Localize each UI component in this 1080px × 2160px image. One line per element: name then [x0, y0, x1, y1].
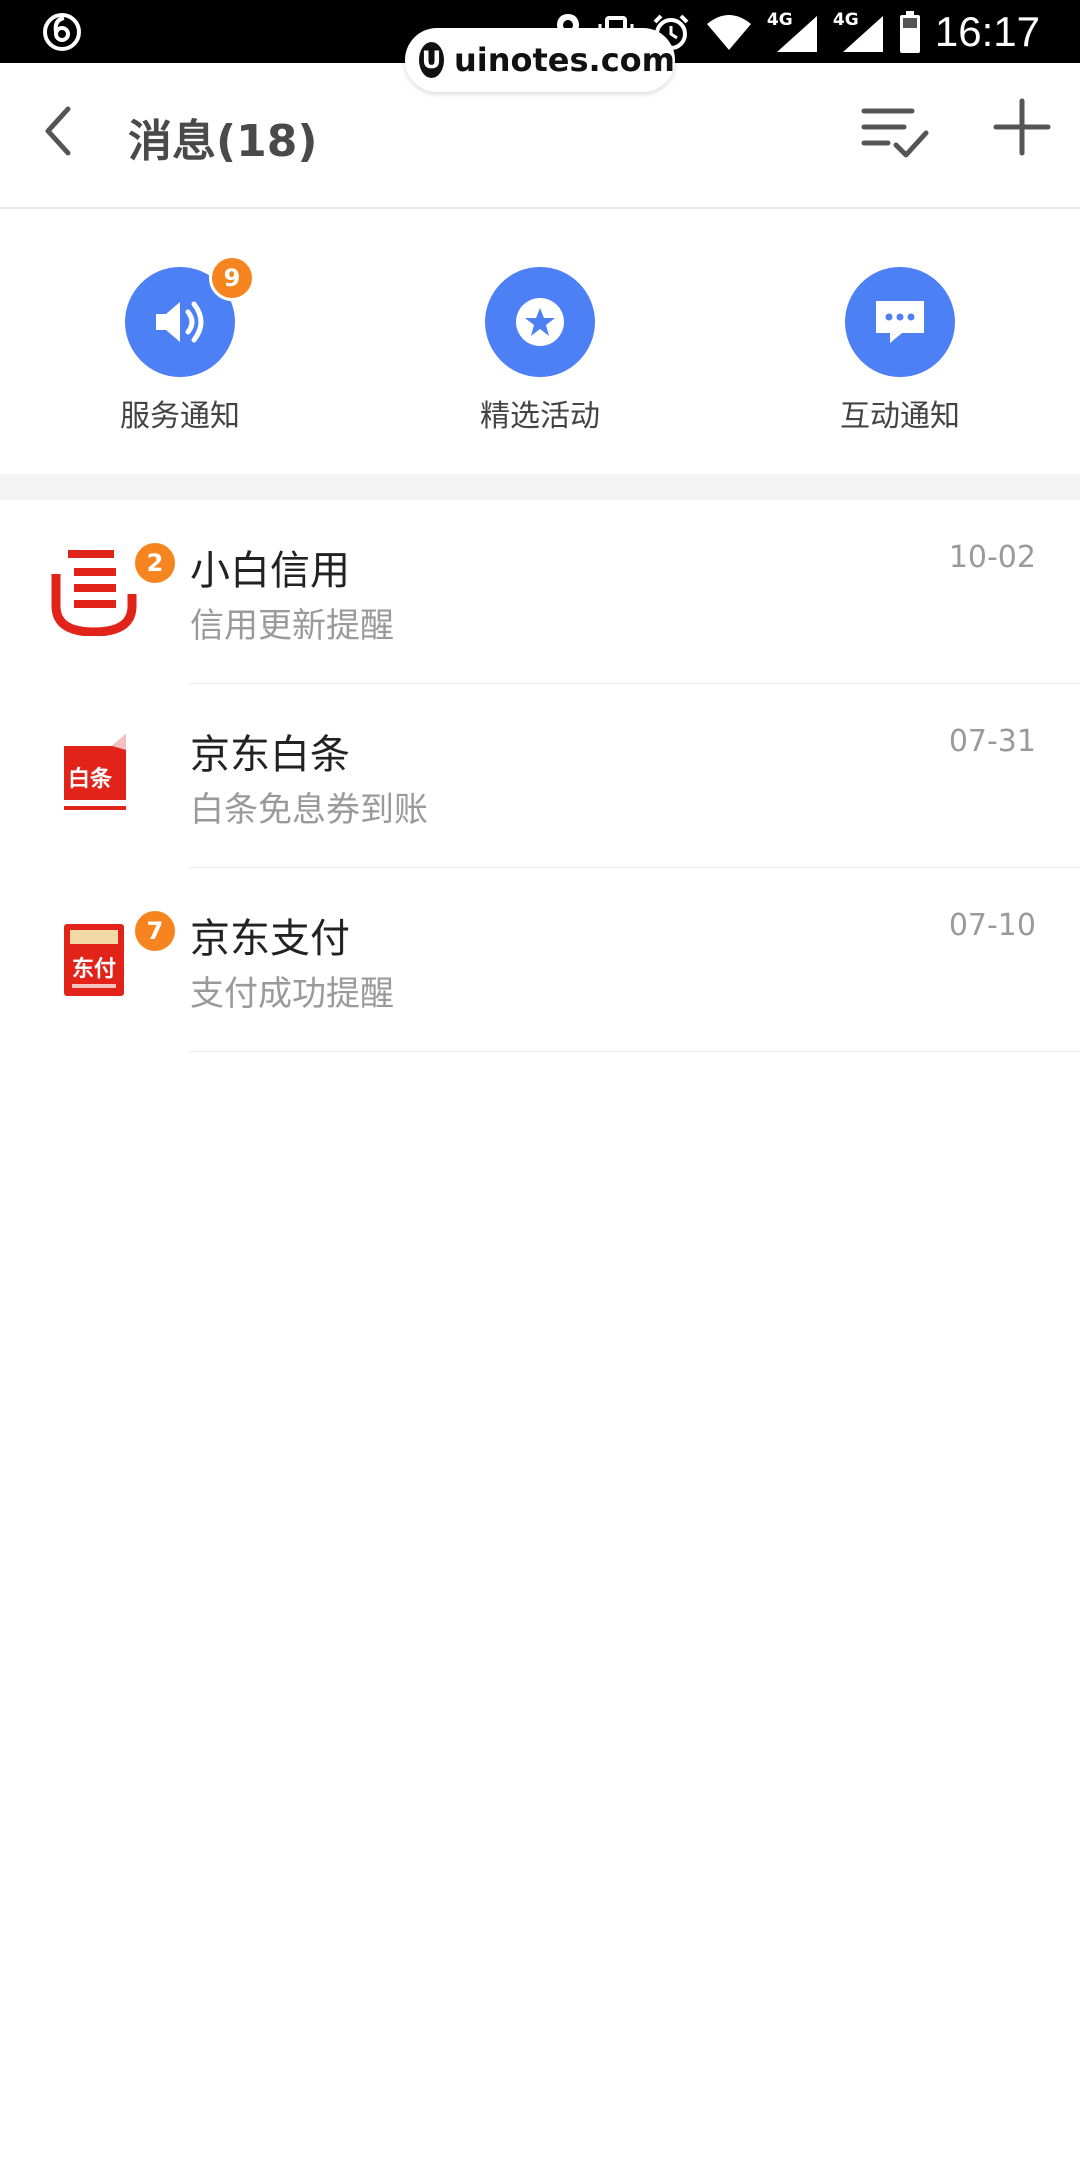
plus-icon[interactable] — [990, 95, 1054, 159]
unread-badge: 7 — [132, 908, 178, 954]
message-title: 小白信用 — [190, 548, 350, 594]
category-label: 互动通知 — [840, 399, 960, 434]
jd-pay-logo: 东付 — [64, 924, 124, 996]
signal-icon — [842, 15, 883, 52]
signal-2: 4G — [833, 10, 885, 54]
message-date: 10-02 — [948, 540, 1036, 575]
speaker-icon — [156, 301, 204, 343]
message-date: 07-31 — [948, 724, 1036, 759]
category-icon-circle: 9 — [125, 255, 255, 377]
watermark-text: uinotes.com — [453, 41, 675, 79]
category-icon-circle — [845, 267, 955, 377]
signal-icon — [776, 15, 817, 52]
back-arrow-icon — [45, 106, 71, 156]
category-shortcuts: 9 服务通知 精选活动 互动通知 — [0, 211, 1080, 474]
uinotes-logo: U — [419, 42, 444, 78]
message-date: 07-10 — [948, 908, 1036, 943]
message-preview: 白条免息券到账 — [190, 790, 428, 830]
unread-badge: 2 — [132, 540, 178, 586]
page-title: 消息(18) — [128, 116, 318, 167]
signal-1: 4G — [767, 10, 819, 54]
clock: 16:17 — [934, 7, 1040, 55]
back-button[interactable] — [26, 99, 90, 163]
netease-music-icon — [43, 13, 81, 51]
logo-text: 东付 — [72, 956, 116, 982]
chat-bubble-icon — [876, 301, 924, 343]
category-label: 精选活动 — [480, 399, 600, 434]
message-list: 2 小白信用 信用更新提醒 10-02 白条 京东白条 白条免息券到账 07-3… — [0, 500, 1080, 1052]
star-icon — [516, 298, 564, 346]
message-title: 京东白条 — [190, 732, 350, 778]
category-featured-activity[interactable]: 精选活动 — [440, 267, 640, 435]
message-title: 京东支付 — [190, 916, 350, 962]
list-item[interactable]: 白条 京东白条 白条免息券到账 07-31 — [0, 684, 1080, 868]
category-interaction-notice[interactable]: 互动通知 — [800, 267, 1000, 435]
unread-badge: 9 — [209, 255, 255, 301]
category-icon-circle — [485, 267, 595, 377]
xiaobai-credit-logo — [51, 550, 137, 636]
category-service-notice[interactable]: 9 服务通知 — [80, 255, 280, 435]
divider — [188, 1051, 1080, 1052]
wifi-icon — [706, 14, 751, 50]
jd-baitiao-logo: 白条 — [64, 734, 126, 810]
message-preview: 支付成功提醒 — [190, 974, 394, 1014]
watermark-badge: U uinotes.com — [405, 28, 675, 92]
category-label: 服务通知 — [120, 399, 240, 434]
logo-text: 白条 — [68, 766, 113, 792]
message-preview: 信用更新提醒 — [190, 606, 394, 646]
battery-icon — [899, 10, 920, 53]
list-item[interactable]: 东付 7 京东支付 支付成功提醒 07-10 — [0, 868, 1080, 1052]
list-item[interactable]: 2 小白信用 信用更新提醒 10-02 — [0, 500, 1080, 684]
mark-all-read-icon[interactable] — [858, 101, 932, 161]
section-divider — [0, 474, 1080, 500]
